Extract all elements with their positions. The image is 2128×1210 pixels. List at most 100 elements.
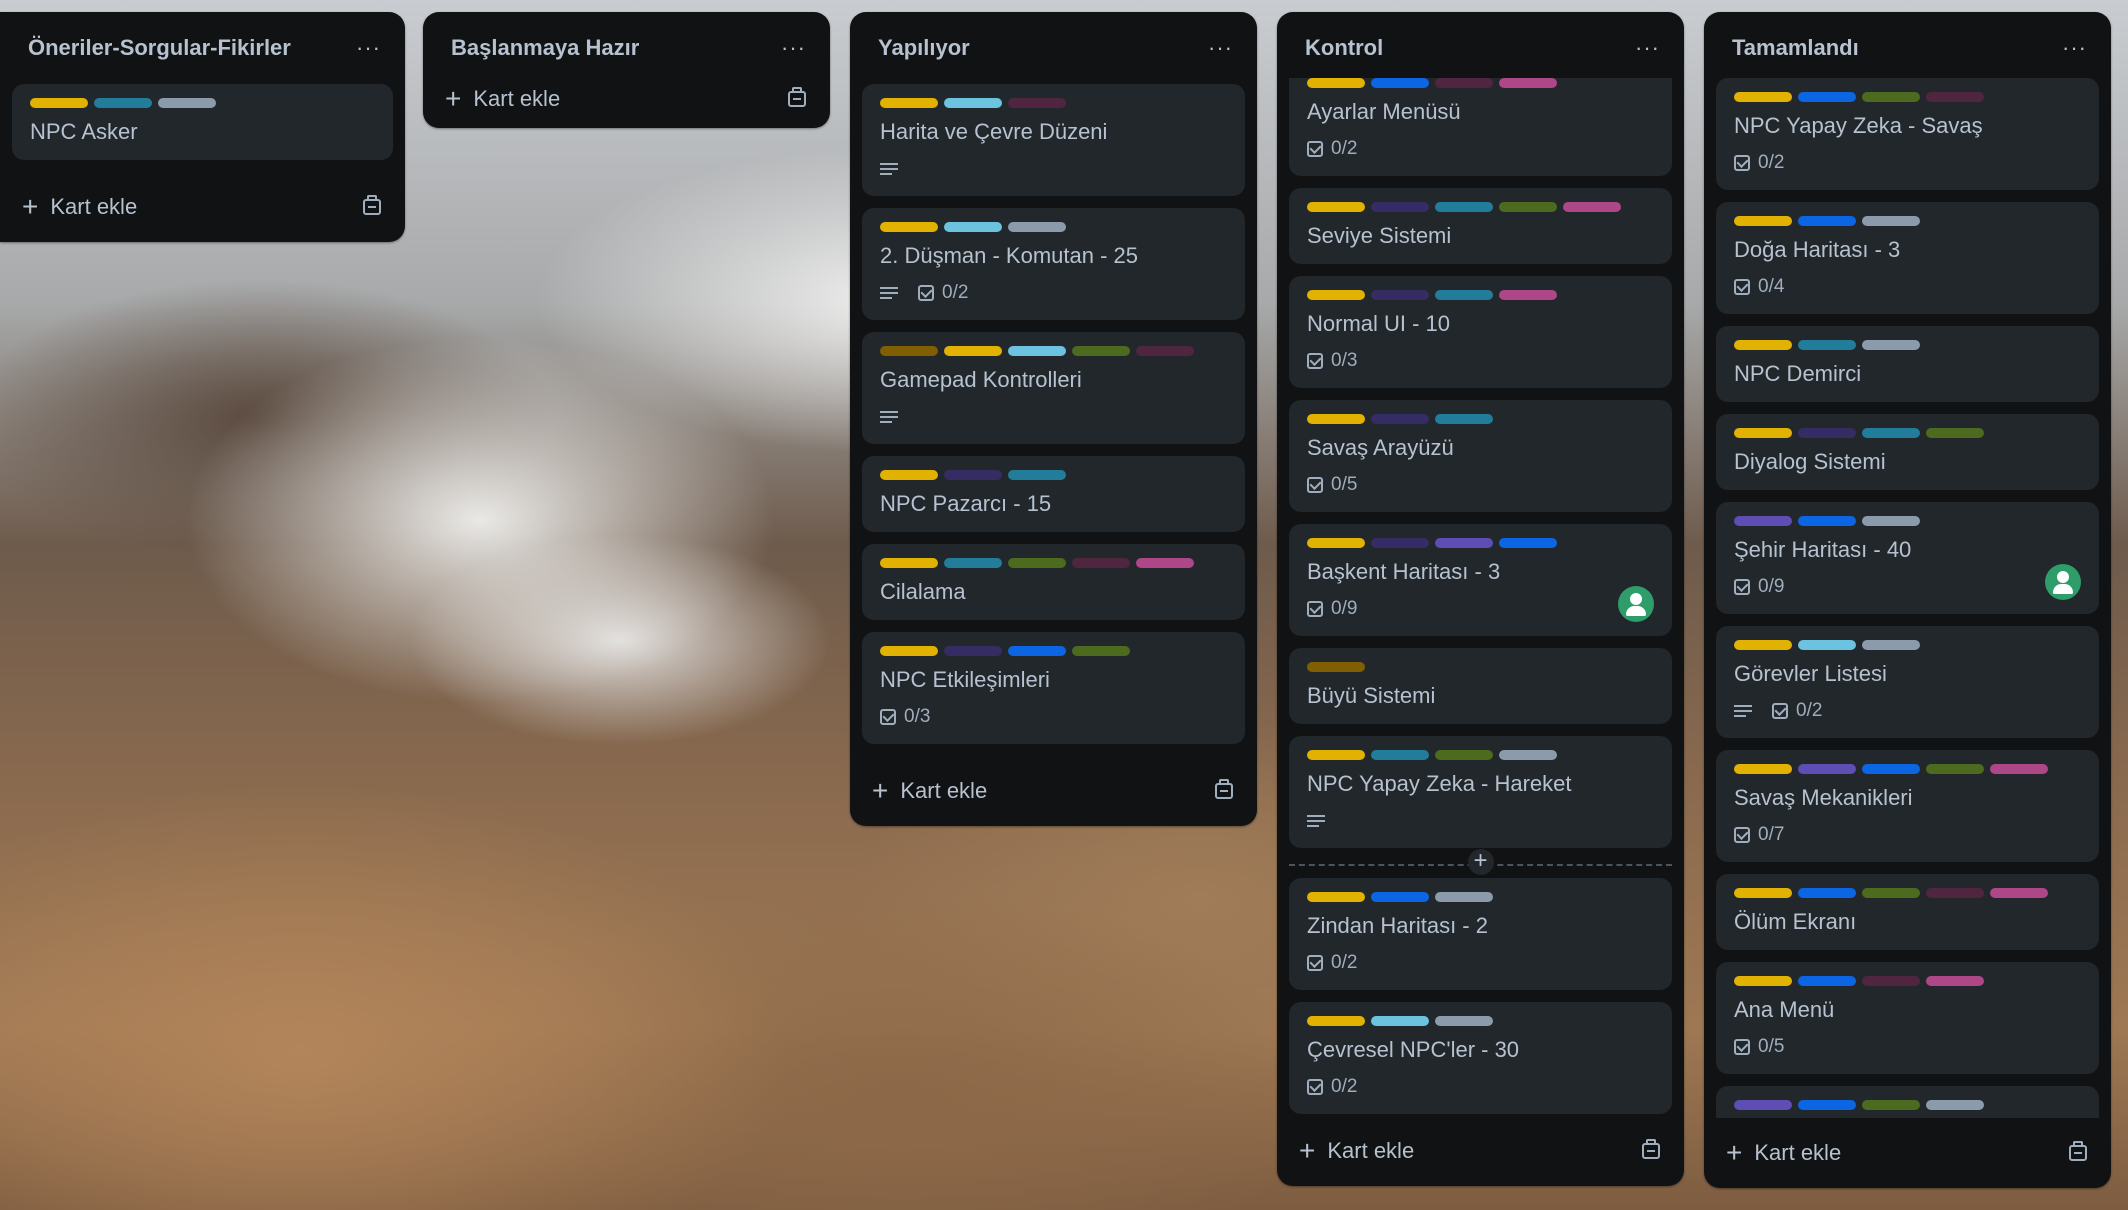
card[interactable]: Harita ve Çevre Düzeni <box>862 84 1245 196</box>
card[interactable]: Savaş Arayüzü 0/5 <box>1289 400 1672 512</box>
label-pink[interactable] <box>1563 202 1621 212</box>
label-green[interactable] <box>1008 558 1066 568</box>
label-blue[interactable] <box>1499 538 1557 548</box>
label-maroon[interactable] <box>1072 558 1130 568</box>
label-maroon[interactable] <box>1926 888 1984 898</box>
card[interactable]: Normal UI - 10 0/3 <box>1289 276 1672 388</box>
label-blue[interactable] <box>1008 646 1066 656</box>
label-blue[interactable] <box>1798 516 1856 526</box>
label-pink[interactable] <box>1499 78 1557 88</box>
list-menu-icon[interactable]: ··· <box>1208 35 1233 61</box>
label-teal[interactable] <box>1435 414 1493 424</box>
label-yellow[interactable] <box>1734 428 1792 438</box>
label-teal[interactable] <box>1798 340 1856 350</box>
label-teal[interactable] <box>1008 470 1066 480</box>
label-gray[interactable] <box>1008 222 1066 232</box>
label-teal[interactable] <box>1862 428 1920 438</box>
list-title[interactable]: Kontrol <box>1305 35 1383 61</box>
label-gray[interactable] <box>1862 340 1920 350</box>
add-card-button[interactable]: + Kart ekle <box>445 85 560 113</box>
label-blue[interactable] <box>1862 764 1920 774</box>
label-yellow[interactable] <box>1307 1016 1365 1026</box>
list-scroll-area[interactable]: Ayarlar Menüsü 0/2 Seviye Sistemi Normal UI… <box>1277 78 1684 1120</box>
card[interactable]: NPC Demirci <box>1716 326 2099 402</box>
label-yellow[interactable] <box>1307 202 1365 212</box>
label-pink[interactable] <box>1499 290 1557 300</box>
label-yellow[interactable] <box>880 222 938 232</box>
label-yellow[interactable] <box>880 470 938 480</box>
card[interactable]: Şehir Haritası - 40 0/9 <box>1716 502 2099 614</box>
insert-card-divider[interactable]: + <box>1289 849 1672 880</box>
label-pink[interactable] <box>1926 976 1984 986</box>
label-olive[interactable] <box>880 346 938 356</box>
label-green[interactable] <box>1862 92 1920 102</box>
card[interactable]: Zindan Haritası - 2 0/2 <box>1289 878 1672 990</box>
card[interactable]: NPC Yapay Zeka - Hareket <box>1289 736 1672 848</box>
label-lightblue[interactable] <box>944 98 1002 108</box>
label-gray[interactable] <box>158 98 216 108</box>
card[interactable]: Seviye Sistemi <box>1289 188 1672 264</box>
card[interactable]: NPC Etkileşimleri 0/3 <box>862 632 1245 744</box>
label-teal[interactable] <box>1435 290 1493 300</box>
label-navy[interactable] <box>1371 414 1429 424</box>
label-navy[interactable] <box>1371 202 1429 212</box>
label-gray[interactable] <box>1862 640 1920 650</box>
list-menu-icon[interactable]: ··· <box>781 35 806 61</box>
label-green[interactable] <box>1072 346 1130 356</box>
member-avatar-icon[interactable] <box>1618 586 1654 622</box>
label-pink[interactable] <box>1990 888 2048 898</box>
label-navy[interactable] <box>1371 538 1429 548</box>
label-teal[interactable] <box>1371 750 1429 760</box>
card-template-icon[interactable] <box>1642 1139 1660 1159</box>
add-card-button[interactable]: + Kart ekle <box>1726 1139 1841 1167</box>
label-blue[interactable] <box>1371 892 1429 902</box>
card-template-icon[interactable] <box>2069 1141 2087 1161</box>
card[interactable]: NPC Yapay Zeka - Savaş 0/2 <box>1716 78 2099 190</box>
label-yellow[interactable] <box>1307 78 1365 88</box>
card[interactable]: Savaş Mekanikleri 0/7 <box>1716 750 2099 862</box>
label-maroon[interactable] <box>1926 92 1984 102</box>
list-menu-icon[interactable]: ··· <box>1635 35 1660 61</box>
label-green[interactable] <box>1435 750 1493 760</box>
label-yellow[interactable] <box>1307 414 1365 424</box>
label-green[interactable] <box>1072 646 1130 656</box>
label-green[interactable] <box>1926 764 1984 774</box>
label-gray[interactable] <box>1926 1100 1984 1110</box>
label-yellow[interactable] <box>1307 538 1365 548</box>
card[interactable]: Ölüm Ekranı <box>1716 874 2099 950</box>
card[interactable]: NPC Pazarcı - 15 <box>862 456 1245 532</box>
label-green[interactable] <box>1499 202 1557 212</box>
label-blue[interactable] <box>1798 888 1856 898</box>
label-navy[interactable] <box>1798 428 1856 438</box>
list-scroll-area[interactable]: NPC Yapay Zeka - Savaş 0/2 Doğa Haritası -… <box>1704 78 2111 1118</box>
label-yellow[interactable] <box>880 98 938 108</box>
label-yellow[interactable] <box>944 346 1002 356</box>
card[interactable]: Başkent Haritası - 3 0/9 <box>1289 524 1672 636</box>
label-maroon[interactable] <box>1136 346 1194 356</box>
label-green[interactable] <box>1926 428 1984 438</box>
label-olive[interactable] <box>1307 662 1365 672</box>
label-lightblue[interactable] <box>1008 346 1066 356</box>
card[interactable]: Görevler Listesi 0/2 <box>1716 626 2099 738</box>
label-yellow[interactable] <box>1307 750 1365 760</box>
label-yellow[interactable] <box>1307 892 1365 902</box>
card-template-icon[interactable] <box>363 195 381 215</box>
label-blue[interactable] <box>1371 78 1429 88</box>
label-purple[interactable] <box>1798 764 1856 774</box>
member-avatar-icon[interactable] <box>2045 564 2081 600</box>
label-yellow[interactable] <box>1734 888 1792 898</box>
list-title[interactable]: Tamamlandı <box>1732 35 1859 61</box>
label-gray[interactable] <box>1862 516 1920 526</box>
card[interactable]: Ayarlar Menüsü 0/2 <box>1289 78 1672 176</box>
label-green[interactable] <box>1862 888 1920 898</box>
label-lightblue[interactable] <box>1371 1016 1429 1026</box>
label-blue[interactable] <box>1798 216 1856 226</box>
label-yellow[interactable] <box>1734 340 1792 350</box>
label-purple[interactable] <box>1734 516 1792 526</box>
label-yellow[interactable] <box>880 558 938 568</box>
list-title[interactable]: Öneriler-Sorgular-Fikirler <box>28 35 291 61</box>
label-pink[interactable] <box>1990 764 2048 774</box>
label-navy[interactable] <box>944 470 1002 480</box>
list-title[interactable]: Yapılıyor <box>878 35 970 61</box>
list-title[interactable]: Başlanmaya Hazır <box>451 35 639 61</box>
